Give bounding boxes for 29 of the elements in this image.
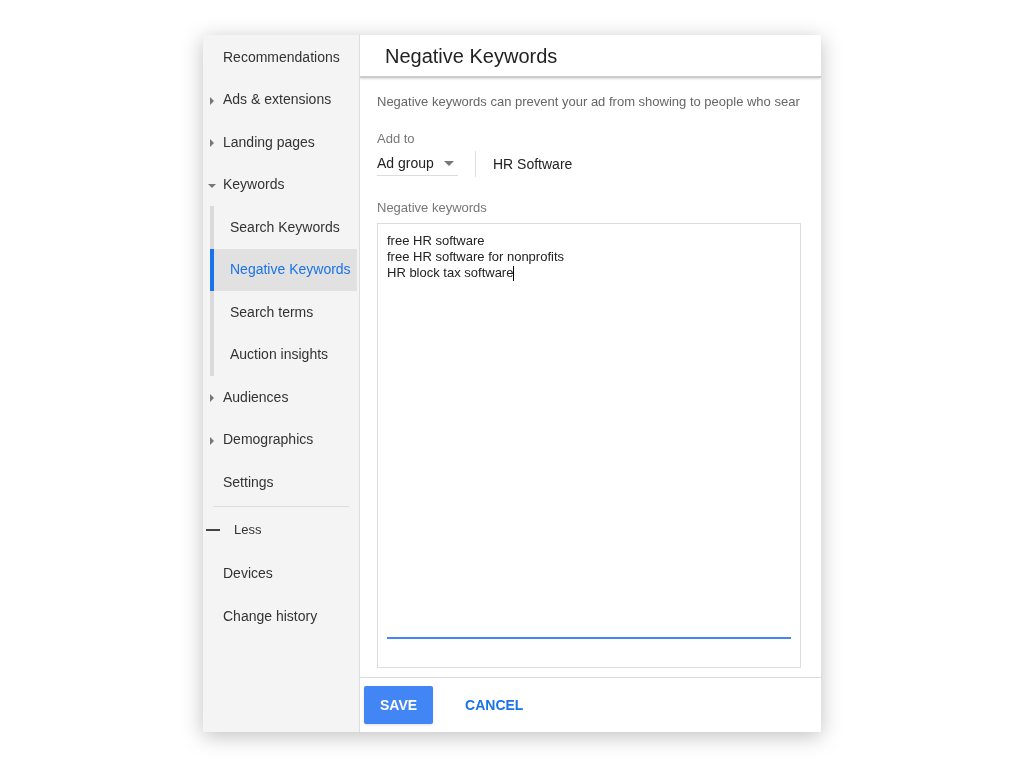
sidebar-item[interactable]: Ads & extensions bbox=[203, 78, 359, 121]
keywords-field[interactable]: free HR software free HR software for nonprofits HR block tax software bbox=[377, 222, 801, 668]
sidebar-item[interactable]: Recommendations bbox=[203, 36, 359, 79]
description-text: Negative keywords can prevent your ad from showing to people who sear bbox=[377, 93, 801, 111]
expand-arrow-icon[interactable] bbox=[209, 139, 215, 147]
expand-arrow-icon[interactable] bbox=[209, 394, 215, 402]
sidebar-item[interactable]: Keywords bbox=[203, 163, 359, 206]
minus-icon bbox=[206, 528, 220, 531]
dropdown-caret-icon bbox=[443, 160, 454, 166]
sidebar-item[interactable]: Change history bbox=[203, 595, 359, 638]
cancel-button[interactable]: CANCEL bbox=[449, 686, 540, 724]
ad-group-name: HR Software bbox=[493, 154, 573, 174]
field-label: Negative keywords bbox=[377, 199, 487, 217]
sidebar-item[interactable]: Search Keywords bbox=[210, 206, 357, 249]
sidebar-item[interactable]: Landing pages bbox=[203, 121, 359, 164]
save-button[interactable]: SAVE bbox=[364, 686, 434, 724]
sidebar-item[interactable]: Audiences bbox=[203, 376, 359, 419]
panel-title: Negative Keywords bbox=[385, 45, 558, 66]
sidebar-item[interactable]: Auction insights bbox=[210, 333, 357, 376]
sidebar-item[interactable]: Devices bbox=[203, 552, 359, 595]
less-toggle[interactable]: Less bbox=[203, 506, 359, 553]
sidebar-item[interactable]: Settings bbox=[203, 461, 359, 504]
collapse-arrow-icon[interactable] bbox=[208, 182, 216, 189]
expand-arrow-icon[interactable] bbox=[209, 96, 215, 105]
sidebar-item[interactable]: Demographics bbox=[203, 418, 359, 461]
field-label: Add to bbox=[377, 129, 415, 148]
ad-group-dropdown[interactable]: Ad group bbox=[377, 151, 458, 176]
sidebar-item[interactable]: Search terms bbox=[210, 291, 357, 334]
expand-arrow-icon[interactable] bbox=[209, 436, 215, 445]
